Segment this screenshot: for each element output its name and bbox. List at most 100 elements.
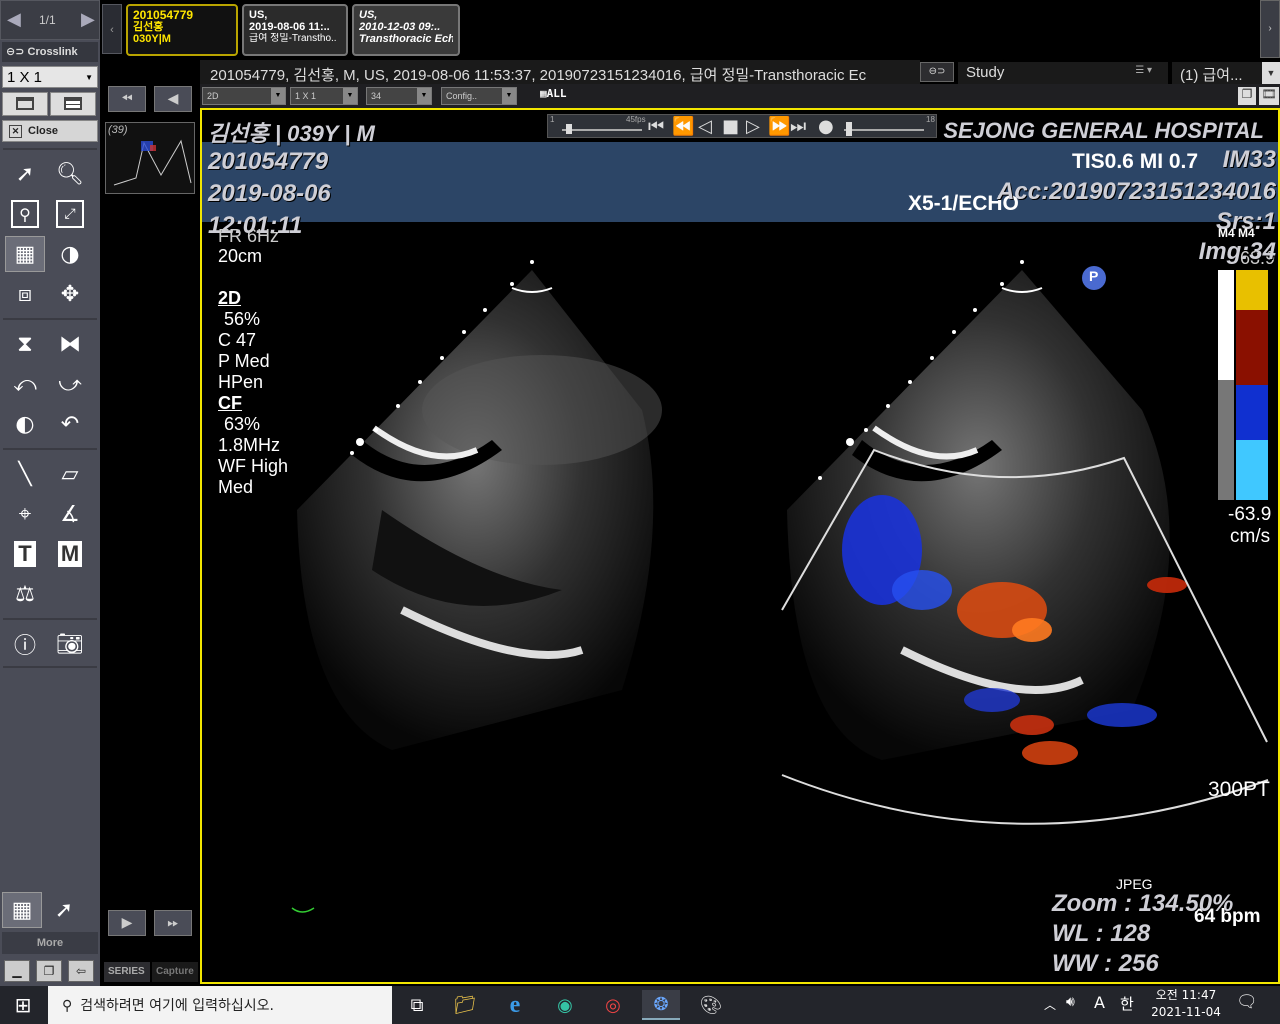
pointer-icon: ➚ <box>54 897 74 923</box>
search-icon: ⚲ <box>62 998 73 1014</box>
xray-tool[interactable]: ⧈ <box>5 276 45 312</box>
notification-icon[interactable]: 🗨︎ <box>1236 992 1258 1012</box>
frame-slider-thumb[interactable] <box>846 122 852 136</box>
series-first-button[interactable]: ⏪︎ <box>108 86 146 112</box>
image-count: Img:34 <box>1198 238 1276 265</box>
series-next-button[interactable]: ▶ <box>108 910 146 936</box>
ie-button[interactable]: e <box>496 990 534 1020</box>
layout-single-button[interactable] <box>2 92 48 116</box>
angle-icon: ∡ <box>60 501 80 527</box>
text-tool[interactable]: T <box>5 536 45 572</box>
pointer-quick-tool[interactable]: ➚ <box>44 892 84 928</box>
angle-tool[interactable]: ∡ <box>50 496 90 532</box>
frame-select[interactable]: 34 ▼ <box>366 87 432 105</box>
tabs-scroll-left-button[interactable]: ‹ <box>102 4 122 54</box>
record-icon[interactable]: ● <box>818 116 834 137</box>
paint-button[interactable]: 🎨︎ <box>692 990 730 1020</box>
layout-multi-button[interactable] <box>50 92 96 116</box>
tabs-scroll-right-button[interactable]: › <box>1260 0 1280 58</box>
param-2d-c: C 47 <box>218 330 257 350</box>
contrast-icon: ◑ <box>60 241 80 267</box>
ime-mode[interactable]: A <box>1094 993 1105 1012</box>
link-button[interactable]: ⊖⊃ <box>920 62 954 82</box>
study-label-box[interactable]: Study ☰ ▾ <box>958 62 1168 84</box>
scale-tool[interactable]: ⚖ <box>5 576 45 612</box>
file-explorer-button[interactable]: 📁︎ <box>446 990 484 1020</box>
pan-tool[interactable]: ✥ <box>50 276 90 312</box>
zoom-tool[interactable]: ⚲ <box>5 196 45 232</box>
multi-window-button[interactable]: ❐ <box>1238 87 1256 105</box>
study-select[interactable]: (1) 급여... <box>1172 62 1262 84</box>
series-prev-button[interactable]: ◀ <box>154 86 192 112</box>
window-level-quick-tool[interactable]: ▦ <box>2 892 42 928</box>
tray-chevron-icon[interactable]: ︿ <box>1044 996 1056 1013</box>
start-button[interactable]: ⊞ <box>4 990 42 1020</box>
grid-select[interactable]: 1 X 1 ▼ <box>290 87 358 105</box>
step-forward-icon[interactable]: ▷ <box>746 116 760 137</box>
config-value: Config.. <box>446 91 478 101</box>
params-2d: 2D 56% C 47 P Med HPen CF 63% 1.8MHz WF … <box>218 288 288 498</box>
flip-vertical-tool[interactable]: ⧗ <box>5 326 45 362</box>
layout-value: 1 X 1 <box>7 69 43 86</box>
last-frame-icon[interactable]: ⏭ <box>790 116 806 137</box>
step-back-icon[interactable]: ◁ <box>698 116 712 137</box>
thumbnail-count: (39) <box>108 124 128 136</box>
taskbar-search[interactable]: ⚲ 검색하려면 여기에 입력하십시오. <box>48 986 392 1024</box>
magnify-tool[interactable]: 🔍︎ <box>50 156 90 192</box>
more-button[interactable]: More <box>2 932 98 954</box>
colorbar-unit: cm/s <box>1230 526 1271 547</box>
pointer-tool[interactable]: ➚ <box>5 156 45 192</box>
speed-slider-thumb[interactable] <box>566 124 572 134</box>
edge-button[interactable]: ◉ <box>546 990 584 1020</box>
layout-select[interactable]: 1 X 1 ▼ <box>2 66 98 88</box>
study-tab-20101203[interactable]: US, 2010-12-03 09:.. Transthoracic Ech.. <box>352 4 460 56</box>
window-level-tool[interactable]: ▦ <box>5 236 45 272</box>
config-select[interactable]: Config.. ▼ <box>441 87 517 105</box>
close-button[interactable]: ✕ Close <box>2 120 98 142</box>
frame-slider[interactable] <box>844 129 924 131</box>
ime-hangul[interactable]: 한 <box>1120 993 1134 1014</box>
reset-tool[interactable]: ↶ <box>50 406 90 442</box>
all-button[interactable]: ▦ALL <box>540 87 567 100</box>
stop-icon[interactable]: ■ <box>722 116 739 137</box>
exit-button[interactable]: ⇦ <box>68 960 94 982</box>
pacs-viewer-button[interactable]: ❂ <box>642 990 680 1020</box>
study-select-dropdown[interactable]: ▼ <box>1262 62 1280 84</box>
mode-select[interactable]: 2D ▼ <box>202 87 286 105</box>
first-frame-icon[interactable]: ⏮ <box>648 116 664 137</box>
study-tab-20190806[interactable]: US, 2019-08-06 11:.. 급여 정밀-Transtho.. <box>242 4 348 56</box>
restore-button[interactable]: ❐ <box>36 960 62 982</box>
chrome-icon: ◎ <box>605 994 621 1016</box>
flip-horizontal-tool[interactable]: ⧓ <box>50 326 90 362</box>
ruler-2d-tool[interactable]: ▱ <box>50 456 90 492</box>
speed-slider[interactable] <box>562 129 642 131</box>
tab-capture[interactable]: Capture <box>152 962 198 982</box>
crosshair-tool[interactable]: ⌖ <box>5 496 45 532</box>
next-frame-icon[interactable]: ⏩ <box>768 116 790 137</box>
minimize-button[interactable]: ▁ <box>4 960 30 982</box>
rotate-left-tool[interactable]: ⤺ <box>5 366 45 402</box>
marker-tool[interactable]: M <box>50 536 90 572</box>
line-measure-tool[interactable]: ╲ <box>5 456 45 492</box>
prev-page-icon[interactable]: ◀ <box>7 9 21 30</box>
tab-series[interactable]: SERIES <box>104 962 150 982</box>
next-page-icon[interactable]: ▶ <box>81 9 95 30</box>
fit-tool[interactable]: ⤢ <box>50 196 90 232</box>
rotate-right-tool[interactable]: ⤻ <box>50 366 90 402</box>
study-tab-patient[interactable]: 201054779 김선홍 030Y|M <box>126 4 238 56</box>
invert-image-tool[interactable]: ◐ <box>5 406 45 442</box>
cine-button[interactable]: 🎞︎ <box>1259 87 1279 105</box>
volume-icon[interactable]: 🔊︎ <box>1066 994 1075 1010</box>
chrome-button[interactable]: ◎ <box>594 990 632 1020</box>
series-thumbnail[interactable]: (39) <box>105 122 195 194</box>
prev-frame-icon[interactable]: ⏪ <box>672 116 694 137</box>
task-view-button[interactable]: ⧉ <box>398 990 436 1020</box>
dicom-info-tool[interactable]: ⓘ <box>5 626 45 662</box>
crosslink-button[interactable]: ⊖⊃ Crosslink <box>2 42 98 62</box>
crosshair-icon: ⌖ <box>18 501 32 527</box>
series-last-button[interactable]: ⏩︎ <box>154 910 192 936</box>
invert-tool[interactable]: ◑ <box>50 236 90 272</box>
image-capture-tool[interactable]: 📷︎ <box>50 626 90 662</box>
image-viewport[interactable]: 1 45fps ⏮ ⏪ ◁ ■ ▷ ⏩ ⏭ ● 18 김선홍 | 039Y | … <box>200 108 1280 984</box>
taskbar-clock[interactable]: 오전 11:47 2021-11-04 <box>1140 987 1232 1021</box>
